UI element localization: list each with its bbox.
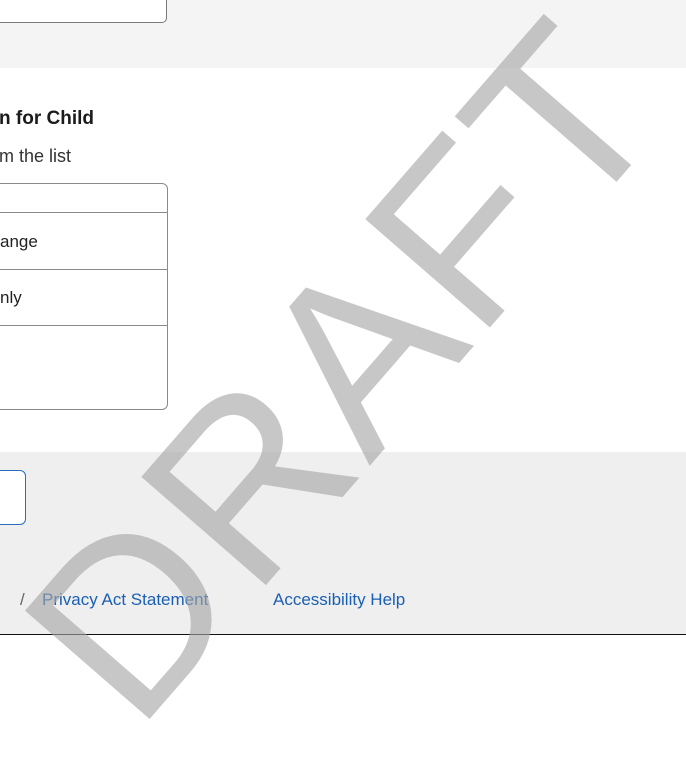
accessibility-help-link[interactable]: Accessibility Help: [273, 590, 405, 610]
footer-separator: /: [20, 590, 25, 609]
list-item-label: ange: [0, 231, 38, 251]
privacy-act-statement-link[interactable]: Privacy Act Statement: [42, 590, 208, 610]
previous-field-input[interactable]: [0, 0, 167, 23]
footer-button[interactable]: [0, 470, 26, 525]
list-item[interactable]: [0, 184, 167, 213]
list-item[interactable]: ange: [0, 213, 167, 270]
option-list[interactable]: ange nly: [0, 183, 168, 410]
footer: / Privacy Act Statement Accessibility He…: [0, 452, 686, 635]
list-item[interactable]: nly: [0, 270, 167, 326]
list-item-label: nly: [0, 288, 22, 307]
list-item[interactable]: [0, 326, 167, 409]
top-section-band: [0, 0, 686, 68]
section-title: n for Child: [0, 108, 94, 129]
section-hint: m the list: [0, 146, 72, 166]
